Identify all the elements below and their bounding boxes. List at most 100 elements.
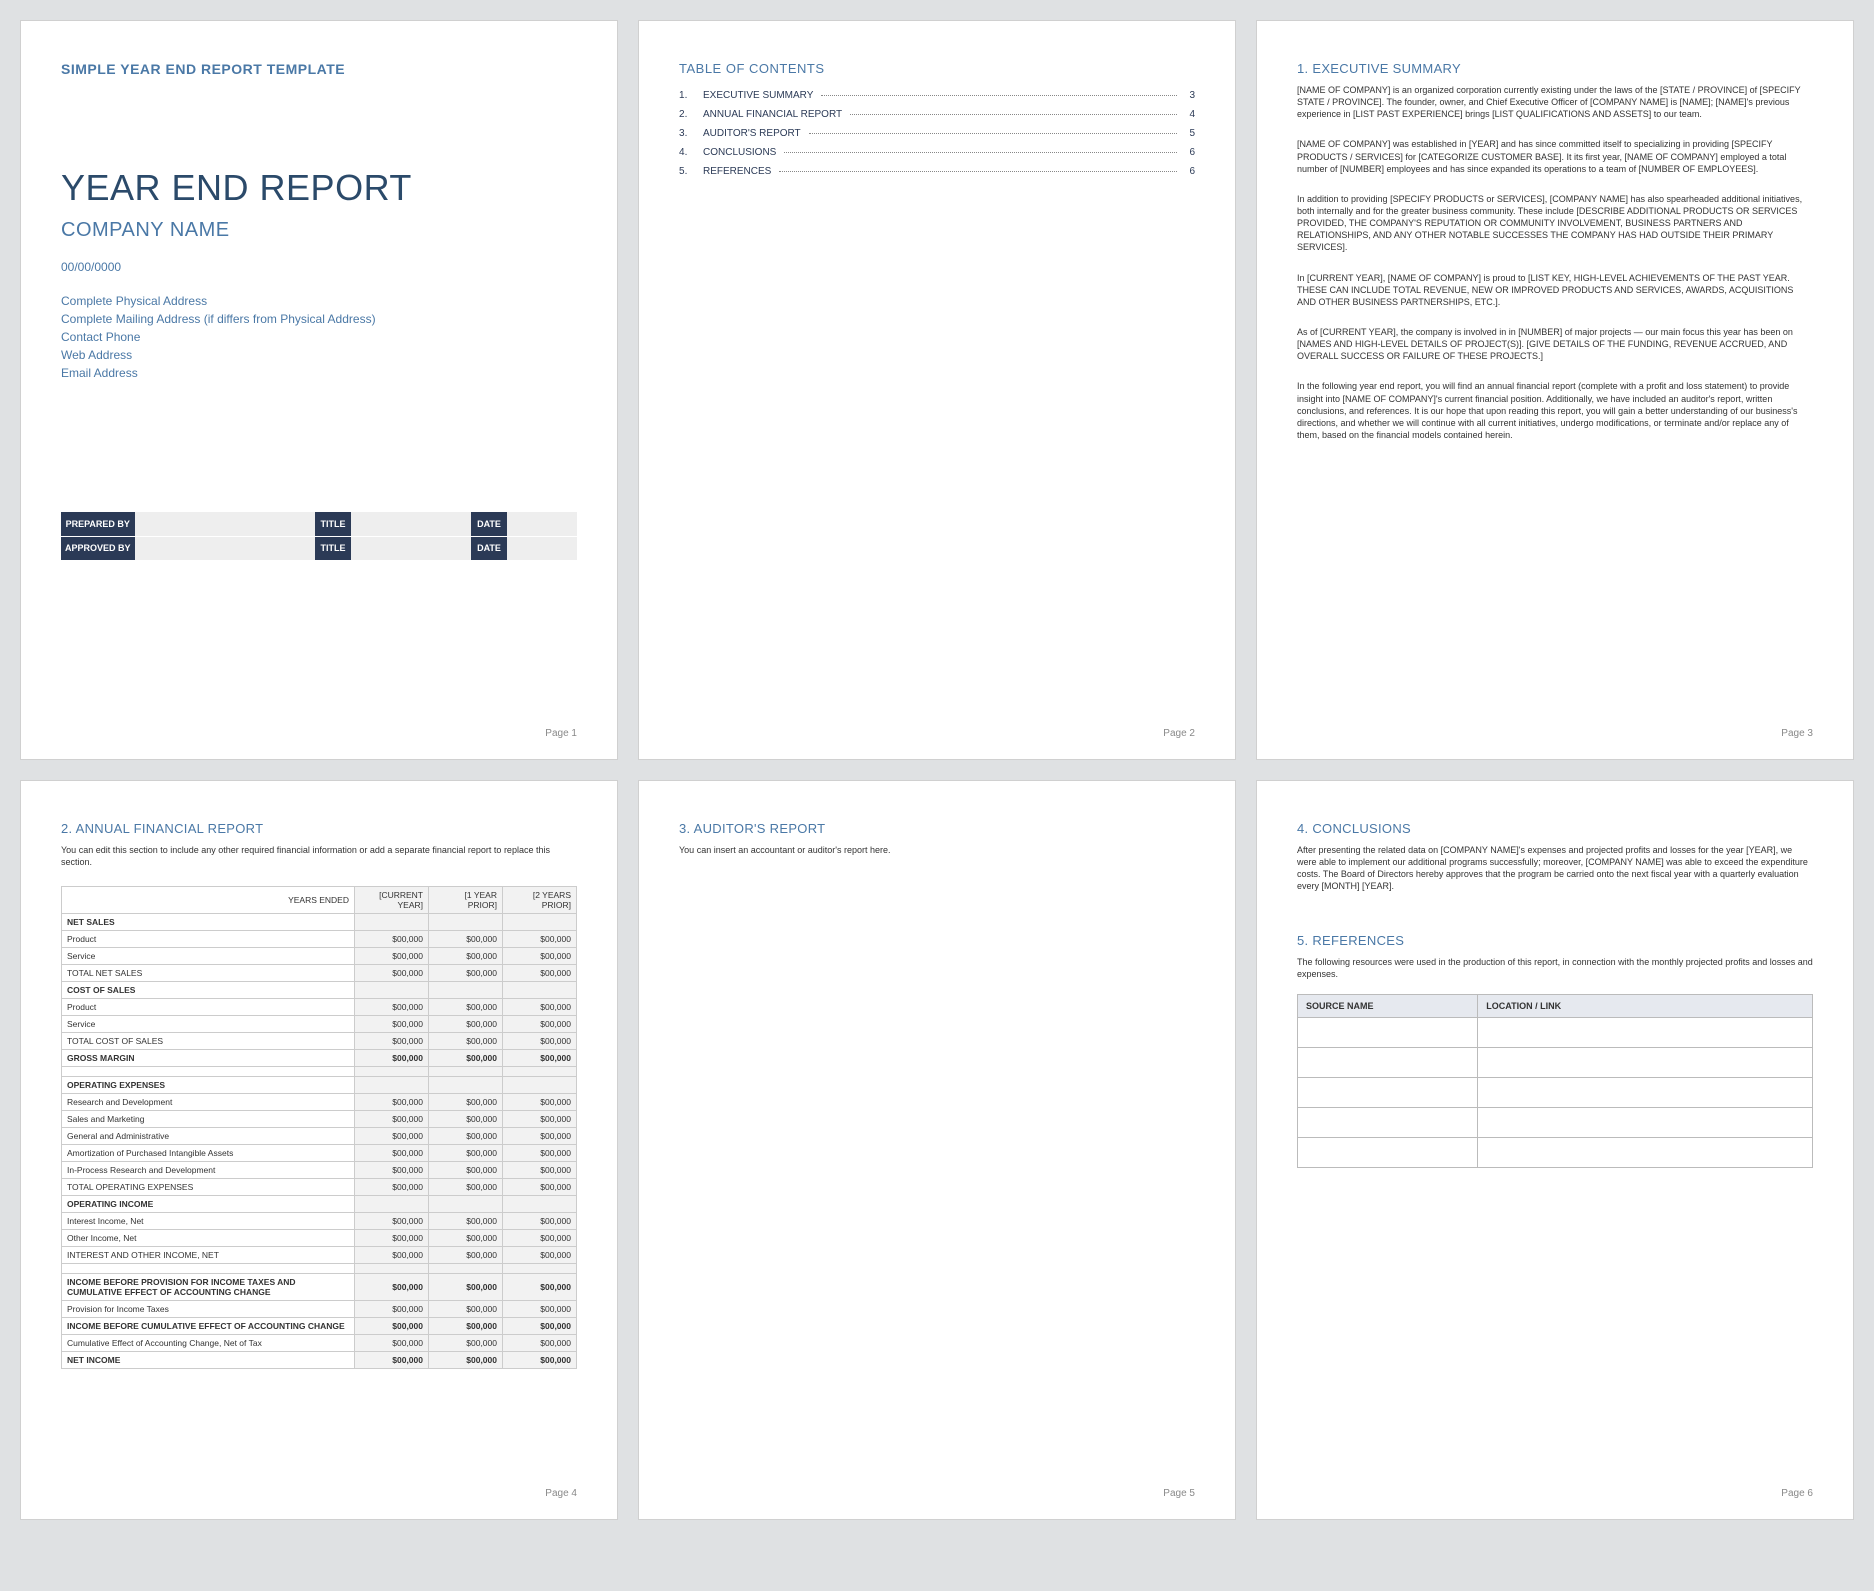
- row-label: Cumulative Effect of Accounting Change, …: [62, 1335, 355, 1352]
- row-label: Service: [62, 1016, 355, 1033]
- row-value: $00,000: [503, 1033, 577, 1050]
- years-ended-label: YEARS ENDED: [62, 887, 355, 914]
- ref-source-cell: [1298, 1047, 1478, 1077]
- table-row: Other Income, Net$00,000$00,000$00,000: [62, 1230, 577, 1247]
- toc-dots: [821, 95, 1177, 96]
- row-value: $00,000: [429, 965, 503, 982]
- row-label: General and Administrative: [62, 1128, 355, 1145]
- company-name: COMPANY NAME: [61, 219, 577, 242]
- toc-heading: TABLE OF CONTENTS: [679, 61, 1195, 76]
- table-row: Service$00,000$00,000$00,000: [62, 1016, 577, 1033]
- page-4: 2. ANNUAL FINANCIAL REPORT You can edit …: [20, 780, 618, 1520]
- row-value: $00,000: [355, 1230, 429, 1247]
- row-value: $00,000: [355, 948, 429, 965]
- ref-location-cell: [1478, 1077, 1813, 1107]
- approved-title-cell: [351, 536, 471, 560]
- toc-item-label: REFERENCES: [703, 166, 771, 177]
- table-header-row: YEARS ENDED[CURRENT YEAR][1 YEAR PRIOR][…: [62, 887, 577, 914]
- row-label: TOTAL COST OF SALES: [62, 1033, 355, 1050]
- row-value: [503, 982, 577, 999]
- row-value: $00,000: [429, 1247, 503, 1264]
- row-value: $00,000: [355, 1318, 429, 1335]
- row-label: NET SALES: [62, 914, 355, 931]
- row-label: NET INCOME: [62, 1352, 355, 1369]
- row-value: $00,000: [355, 1301, 429, 1318]
- row-value: $00,000: [503, 931, 577, 948]
- row-value: $00,000: [503, 1247, 577, 1264]
- row-value: $00,000: [503, 965, 577, 982]
- table-row: INTEREST AND OTHER INCOME, NET$00,000$00…: [62, 1247, 577, 1264]
- conclusions-heading: 4. CONCLUSIONS: [1297, 821, 1813, 836]
- page-6: 4. CONCLUSIONS After presenting the rela…: [1256, 780, 1854, 1520]
- table-row: NET SALES: [62, 914, 577, 931]
- toc-dots: [784, 152, 1177, 153]
- toc-item-page: 6: [1185, 166, 1195, 177]
- exec-p2: [NAME OF COMPANY] was established in [YE…: [1297, 138, 1813, 174]
- toc-item: REFERENCES 6: [679, 166, 1195, 177]
- table-row: Product$00,000$00,000$00,000: [62, 931, 577, 948]
- row-value: $00,000: [355, 1335, 429, 1352]
- toc-item: ANNUAL FINANCIAL REPORT4: [679, 109, 1195, 120]
- page-footer: Page 1: [61, 716, 577, 739]
- ref-location-cell: [1478, 1047, 1813, 1077]
- ref-header-source: SOURCE NAME: [1298, 994, 1478, 1017]
- row-value: $00,000: [429, 1301, 503, 1318]
- approved-by-cell: [135, 536, 315, 560]
- ref-source-cell: [1298, 1137, 1478, 1167]
- row-label: GROSS MARGIN: [62, 1050, 355, 1067]
- physical-address: Complete Physical Address: [61, 292, 577, 310]
- report-date: 00/00/0000: [61, 260, 577, 274]
- row-value: $00,000: [355, 1247, 429, 1264]
- toc-dots: [809, 133, 1177, 134]
- table-row: NET INCOME$00,000$00,000$00,000: [62, 1352, 577, 1369]
- row-value: $00,000: [503, 948, 577, 965]
- row-value: $00,000: [503, 1145, 577, 1162]
- row-value: $00,000: [355, 999, 429, 1016]
- toc-list: EXECUTIVE SUMMARY3 ANNUAL FINANCIAL REPOR…: [679, 90, 1195, 185]
- row-label: In-Process Research and Development: [62, 1162, 355, 1179]
- table-row: General and Administrative$00,000$00,000…: [62, 1128, 577, 1145]
- ref-location-cell: [1478, 1107, 1813, 1137]
- page-footer: Page 5: [679, 1476, 1195, 1499]
- toc-item-page: 5: [1185, 128, 1195, 139]
- page-footer: Page 3: [1297, 716, 1813, 739]
- row-value: $00,000: [503, 999, 577, 1016]
- row-value: [429, 1077, 503, 1094]
- row-value: $00,000: [503, 1050, 577, 1067]
- spacer-row: [62, 1264, 577, 1274]
- row-value: $00,000: [429, 1145, 503, 1162]
- mailing-address: Complete Mailing Address (if differs fro…: [61, 310, 577, 328]
- table-row: TOTAL COST OF SALES$00,000$00,000$00,000: [62, 1033, 577, 1050]
- row-value: $00,000: [429, 1162, 503, 1179]
- toc-item-page: 3: [1185, 90, 1195, 101]
- exec-p6: In the following year end report, you wi…: [1297, 380, 1813, 441]
- row-value: [429, 1196, 503, 1213]
- row-label: INCOME BEFORE PROVISION FOR INCOME TAXES…: [62, 1274, 355, 1301]
- row-label: OPERATING INCOME: [62, 1196, 355, 1213]
- year-column-header: [CURRENT YEAR]: [355, 887, 429, 914]
- row-value: $00,000: [503, 1128, 577, 1145]
- table-row: Amortization of Purchased Intangible Ass…: [62, 1145, 577, 1162]
- row-value: $00,000: [355, 1128, 429, 1145]
- row-value: $00,000: [429, 1094, 503, 1111]
- row-value: [503, 914, 577, 931]
- page-footer: Page 4: [61, 1476, 577, 1499]
- row-value: [355, 982, 429, 999]
- approved-by-label: APPROVED BY: [61, 536, 135, 560]
- table-row: INCOME BEFORE PROVISION FOR INCOME TAXES…: [62, 1274, 577, 1301]
- row-label: INCOME BEFORE CUMULATIVE EFFECT OF ACCOU…: [62, 1318, 355, 1335]
- row-value: [355, 1077, 429, 1094]
- exec-p3: In addition to providing [SPECIFY PRODUC…: [1297, 193, 1813, 254]
- table-row: GROSS MARGIN$00,000$00,000$00,000: [62, 1050, 577, 1067]
- toc-item-label: AUDITOR'S REPORT: [703, 128, 801, 139]
- row-value: $00,000: [503, 1179, 577, 1196]
- signoff-table: PREPARED BY TITLE DATE APPROVED BY TITLE…: [61, 512, 577, 560]
- row-value: $00,000: [355, 1111, 429, 1128]
- prepared-by-label: PREPARED BY: [61, 512, 135, 536]
- page-3: 1. EXECUTIVE SUMMARY [NAME OF COMPANY] i…: [1256, 20, 1854, 760]
- page-5: 3. AUDITOR'S REPORT You can insert an ac…: [638, 780, 1236, 1520]
- row-label: INTEREST AND OTHER INCOME, NET: [62, 1247, 355, 1264]
- toc-item: EXECUTIVE SUMMARY3: [679, 90, 1195, 101]
- row-label: COST OF SALES: [62, 982, 355, 999]
- exec-p5: As of [CURRENT YEAR], the company is inv…: [1297, 326, 1813, 362]
